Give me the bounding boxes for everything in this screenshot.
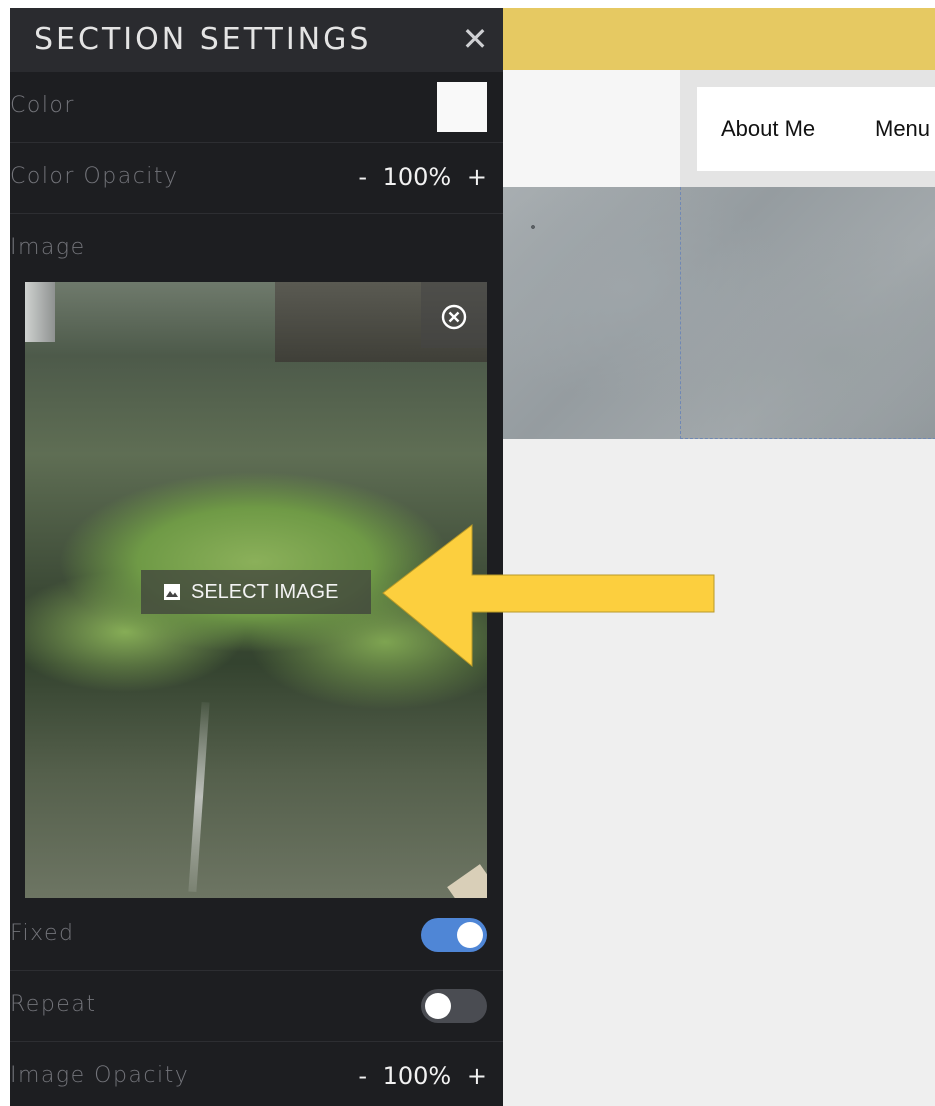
- fixed-label: Fixed: [10, 921, 75, 946]
- color-opacity-increase-button[interactable]: +: [467, 159, 487, 195]
- color-opacity-stepper: - 100% +: [358, 159, 487, 195]
- image-row: Image: [10, 214, 503, 282]
- image-label: Image: [10, 235, 86, 260]
- image-opacity-increase-button[interactable]: +: [467, 1058, 487, 1094]
- color-opacity-row: Color Opacity - 100% +: [10, 143, 503, 214]
- color-opacity-decrease-button[interactable]: -: [358, 159, 367, 195]
- close-icon[interactable]: ✕: [458, 22, 492, 56]
- image-opacity-stepper: - 100% +: [358, 1058, 487, 1094]
- section-settings-panel: SECTION SETTINGS ✕ Color Color Opacity -…: [10, 8, 503, 1106]
- image-opacity-label: Image Opacity: [10, 1063, 190, 1088]
- site-nav: About Me Menu: [697, 87, 935, 171]
- repeat-toggle-knob: [425, 993, 451, 1019]
- select-image-button[interactable]: SELECT IMAGE: [141, 570, 371, 614]
- color-row: Color: [10, 72, 503, 143]
- color-swatch[interactable]: [437, 82, 487, 132]
- repeat-toggle[interactable]: [421, 989, 487, 1023]
- panel-header: SECTION SETTINGS ✕: [10, 8, 503, 72]
- fixed-toggle[interactable]: [421, 918, 487, 952]
- repeat-label: Repeat: [10, 992, 97, 1017]
- color-opacity-label: Color Opacity: [10, 164, 179, 189]
- panel-title: SECTION SETTINGS: [34, 22, 372, 57]
- image-light-streak: [188, 701, 210, 893]
- fixed-toggle-knob: [457, 922, 483, 948]
- color-opacity-value: 100%: [382, 163, 452, 191]
- image-icon: [164, 584, 180, 600]
- repeat-row: Repeat: [10, 971, 503, 1042]
- image-opacity-decrease-button[interactable]: -: [358, 1058, 367, 1094]
- fixed-row: Fixed: [10, 900, 503, 971]
- image-opacity-row: Image Opacity - 100% +: [10, 1042, 503, 1106]
- image-corner: [447, 864, 487, 898]
- color-label: Color: [10, 93, 75, 118]
- site-hero-image: [503, 187, 935, 439]
- nav-item-about-me[interactable]: About Me: [721, 116, 815, 142]
- image-preview[interactable]: SELECT IMAGE: [25, 282, 487, 898]
- image-opacity-value: 100%: [382, 1062, 452, 1090]
- select-image-label: SELECT IMAGE: [191, 581, 339, 603]
- site-header-bar: [503, 8, 935, 70]
- selected-section-outline: [680, 187, 935, 439]
- site-body: [503, 439, 935, 1106]
- image-pipe: [25, 282, 55, 342]
- nav-item-menu[interactable]: Menu: [875, 116, 930, 142]
- remove-circle-icon[interactable]: [421, 282, 487, 348]
